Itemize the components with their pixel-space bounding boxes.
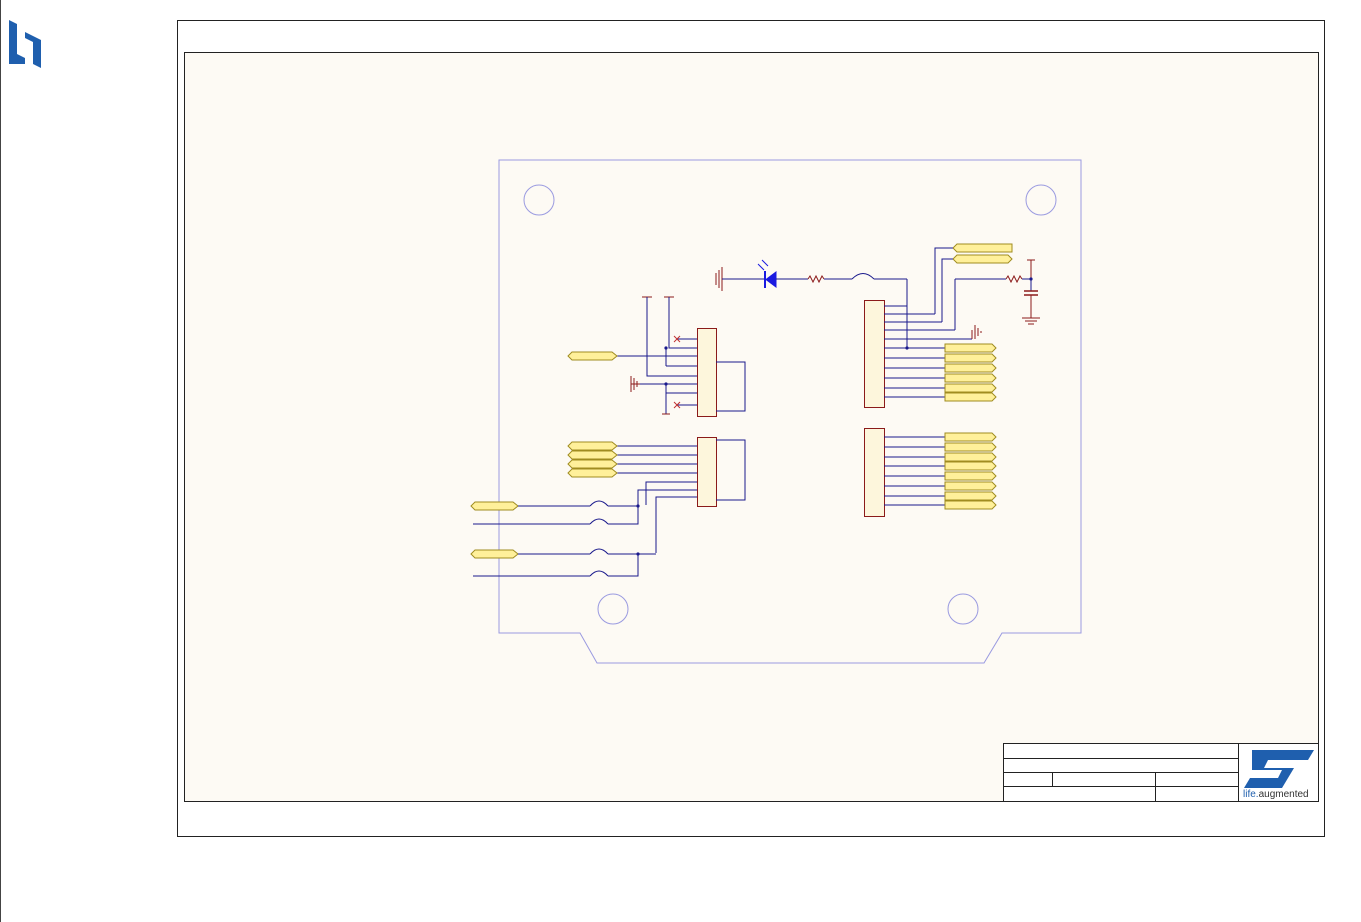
- drawing-sheet: [184, 52, 1319, 802]
- tagline-life: life: [1243, 789, 1256, 800]
- svg-text:life.augmented: life.augmented: [1243, 789, 1309, 800]
- corner-st-logo-icon: [9, 20, 41, 68]
- schematic-sheet: life.augmented: [0, 0, 1325, 922]
- tagline-augmented: augmented: [1259, 789, 1309, 800]
- title-block: life.augmented: [1003, 743, 1319, 802]
